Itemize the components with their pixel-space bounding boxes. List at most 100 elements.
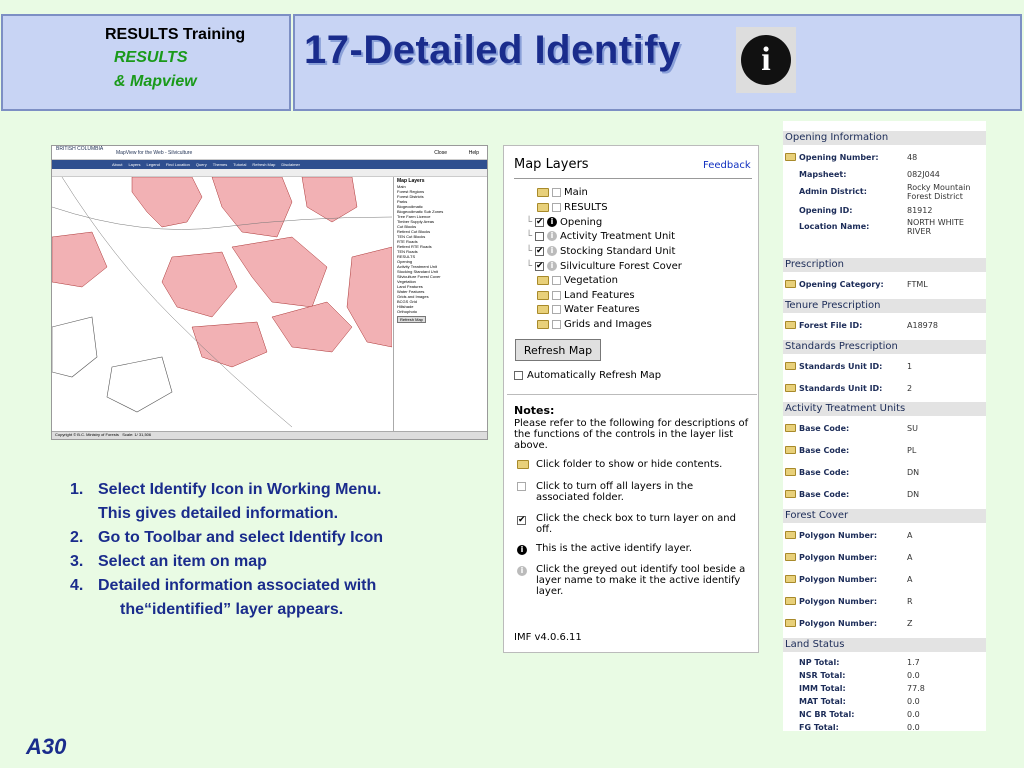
layer-grids-and-images[interactable]: Grids and Images bbox=[537, 317, 652, 331]
folder-icon[interactable] bbox=[785, 424, 796, 432]
step-number: 1. bbox=[70, 481, 84, 498]
info-icon[interactable]: i bbox=[547, 261, 558, 271]
mini-refresh-button[interactable]: Refresh Map bbox=[397, 316, 426, 323]
layer-main[interactable]: Main bbox=[537, 185, 588, 199]
slide-number: A30 bbox=[26, 734, 67, 759]
folder-icon[interactable] bbox=[785, 575, 796, 583]
folder-icon[interactable] bbox=[785, 153, 796, 161]
instructions-list: 1. Select Identify Icon in Working Menu. … bbox=[70, 478, 470, 622]
mini-nav-item[interactable]: Tutorial bbox=[233, 162, 246, 167]
step-text: Go to Toolbar and select Identify Icon bbox=[98, 529, 384, 546]
mini-nav-item[interactable]: Themes bbox=[213, 162, 227, 167]
layer-checkbox[interactable]: ✔ bbox=[535, 246, 545, 256]
info-icon[interactable]: i bbox=[547, 246, 558, 256]
layer-vegetation[interactable]: Vegetation bbox=[537, 273, 618, 287]
section-header: Prescription bbox=[783, 258, 986, 272]
folder-icon[interactable] bbox=[785, 362, 796, 370]
identify-results-panel: Opening Information Opening Number: 48 Ma… bbox=[783, 121, 986, 732]
notes-title: Notes: bbox=[514, 404, 555, 417]
section-header: Activity Treatment Units bbox=[783, 402, 986, 416]
group-checkbox[interactable] bbox=[552, 275, 561, 285]
group-checkbox[interactable] bbox=[552, 202, 561, 212]
layer-results[interactable]: RESULTS bbox=[537, 200, 608, 214]
step-text: the“identified” layer appears. bbox=[120, 601, 344, 618]
step-text: This gives detailed information. bbox=[98, 505, 339, 522]
version-label: IMF v4.0.6.11 bbox=[514, 632, 582, 643]
folder-icon[interactable] bbox=[785, 384, 796, 392]
info-row: Polygon Number: A bbox=[785, 552, 985, 563]
mini-nav-item[interactable]: Legend bbox=[146, 162, 159, 167]
folder-icon[interactable] bbox=[785, 553, 796, 561]
brand-line-2: RESULTS bbox=[114, 49, 188, 66]
info-row: Opening Category: FTML bbox=[785, 279, 985, 290]
auto-refresh-checkbox[interactable] bbox=[514, 371, 523, 380]
folder-icon[interactable] bbox=[537, 319, 549, 329]
layer-silviculture-forest-cover[interactable]: └ ✔ i Silviculture Forest Cover bbox=[526, 259, 682, 273]
mini-help-button[interactable]: Help bbox=[469, 150, 479, 156]
auto-refresh-label: Automatically Refresh Map bbox=[527, 370, 662, 381]
folder-icon[interactable] bbox=[785, 468, 796, 476]
mini-layer-item[interactable]: Orthophoto bbox=[397, 309, 486, 314]
layer-checkbox[interactable]: ✔ bbox=[535, 217, 545, 227]
layer-land-features[interactable]: Land Features bbox=[537, 288, 635, 302]
mini-footer: Copyright © B.C. Ministry of Forests Sca… bbox=[52, 431, 487, 439]
info-row: Opening ID: 81912 bbox=[799, 206, 933, 215]
folder-icon[interactable] bbox=[785, 531, 796, 539]
layer-label: Stocking Standard Unit bbox=[560, 245, 676, 257]
mapview-screenshot: BRITISH COLUMBIA MapView for the Web - S… bbox=[51, 145, 488, 440]
notes-intro: Please refer to the following for descri… bbox=[514, 418, 749, 451]
folder-icon[interactable] bbox=[537, 304, 549, 314]
mini-nav-item[interactable]: About bbox=[112, 162, 122, 167]
folder-icon[interactable] bbox=[537, 187, 549, 197]
note-active-identify: i This is the active identify layer. bbox=[517, 543, 749, 555]
mini-nav-item[interactable]: Layers bbox=[128, 162, 140, 167]
layer-label: Vegetation bbox=[564, 274, 618, 286]
section-header: Standards Prescription bbox=[783, 340, 986, 354]
checkbox-icon: ✔ bbox=[517, 515, 526, 525]
layer-activity-treatment-unit[interactable]: └ i Activity Treatment Unit bbox=[526, 229, 675, 243]
layer-water-features[interactable]: Water Features bbox=[537, 302, 640, 316]
info-row: Location Name: NORTH WHITE RIVER bbox=[799, 218, 964, 236]
info-icon[interactable]: i bbox=[547, 231, 558, 241]
auto-refresh-option[interactable]: Automatically Refresh Map bbox=[514, 370, 661, 381]
group-checkbox[interactable] bbox=[552, 304, 561, 314]
feedback-link[interactable]: Feedback bbox=[703, 160, 751, 171]
info-icon[interactable]: i bbox=[547, 217, 558, 227]
note-group-checkbox: Click to turn off all layers in the asso… bbox=[517, 481, 749, 503]
folder-icon bbox=[517, 460, 529, 469]
layer-checkbox[interactable] bbox=[535, 231, 545, 241]
folder-icon[interactable] bbox=[785, 446, 796, 454]
folder-icon[interactable] bbox=[785, 280, 796, 288]
step-text: Select Identify Icon in Working Menu. bbox=[98, 481, 382, 498]
layer-opening[interactable]: └ ✔ i Opening bbox=[526, 215, 602, 229]
folder-icon[interactable] bbox=[537, 290, 549, 300]
slide-title: 17-Detailed Identify bbox=[304, 28, 681, 72]
refresh-map-button[interactable]: Refresh Map bbox=[515, 339, 601, 361]
folder-icon[interactable] bbox=[785, 321, 796, 329]
mini-map-canvas[interactable] bbox=[52, 177, 392, 433]
layer-checkbox[interactable]: ✔ bbox=[535, 261, 545, 271]
mini-nav-item[interactable]: Disclaimer bbox=[281, 162, 300, 167]
section-header: Tenure Prescription bbox=[783, 299, 986, 313]
folder-icon[interactable] bbox=[537, 202, 549, 212]
map-layers-panel: Map Layers Feedback Main RESULTS └ ✔ i Open… bbox=[503, 145, 759, 653]
folder-icon[interactable] bbox=[785, 619, 796, 627]
layer-label: Water Features bbox=[564, 303, 640, 315]
group-checkbox[interactable] bbox=[552, 187, 561, 197]
mini-toolbar[interactable] bbox=[52, 169, 487, 177]
info-row: Opening Number: 48 bbox=[785, 152, 985, 163]
layer-label: Main bbox=[564, 186, 588, 198]
layer-stocking-standard-unit[interactable]: └ ✔ i Stocking Standard Unit bbox=[526, 244, 675, 258]
folder-icon[interactable] bbox=[785, 490, 796, 498]
mini-close-button[interactable]: Close bbox=[434, 150, 447, 156]
mini-nav-item[interactable]: Query bbox=[196, 162, 207, 167]
group-checkbox[interactable] bbox=[552, 319, 561, 329]
mini-nav-item[interactable]: Find Location bbox=[166, 162, 190, 167]
group-checkbox[interactable] bbox=[552, 290, 561, 300]
step-number: 3. bbox=[70, 553, 84, 570]
info-row: FG Total: 0.0 bbox=[799, 723, 920, 732]
folder-icon[interactable] bbox=[785, 597, 796, 605]
info-row: Base Code: DN bbox=[785, 489, 985, 500]
mini-nav-item[interactable]: Refresh Map bbox=[252, 162, 275, 167]
folder-icon[interactable] bbox=[537, 275, 549, 285]
